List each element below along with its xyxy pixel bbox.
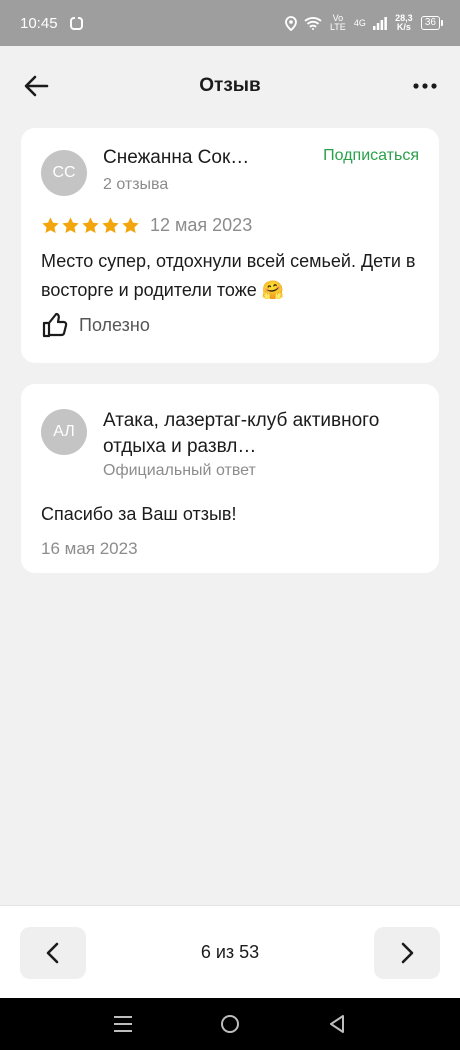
review-text: Место супер, отдохнули всей семьей. Дети…: [41, 251, 416, 300]
star-icon: [82, 217, 99, 234]
triangle-back-icon: [329, 1015, 344, 1033]
review-author-name[interactable]: Снежанна Сок…: [103, 147, 249, 169]
arrow-left-icon: [24, 75, 49, 97]
review-author-count: 2 отзыва: [103, 176, 169, 193]
home-circle-icon: [220, 1015, 239, 1033]
chevron-right-icon: [401, 942, 414, 964]
reply-text: Спасибо за Ваш отзыв!: [41, 504, 237, 524]
rating-row: 12 мая 2023: [41, 215, 252, 236]
thumbs-up-icon: [42, 312, 68, 338]
notification-icon: [69, 16, 83, 30]
business-avatar[interactable]: АЛ: [41, 409, 87, 455]
reply-date: 16 мая 2023: [41, 539, 138, 558]
business-name[interactable]: Атака, лазертаг-клуб активного отдыха и …: [103, 408, 413, 460]
official-reply-label: Официальный ответ: [103, 462, 256, 479]
avatar-initials: СС: [52, 164, 76, 181]
status-bar: 10:45 Vo LTE 4G 28,3 K/s 36: [0, 0, 460, 46]
more-button[interactable]: [412, 76, 438, 96]
star-icon: [62, 217, 79, 234]
signal-icon: [372, 16, 387, 30]
review-card: СС Снежанна Сок… 2 отзыва Подписаться 12…: [21, 128, 439, 363]
star-icon: [102, 217, 119, 234]
subscribe-button[interactable]: Подписаться: [323, 147, 419, 165]
rating-stars: [41, 216, 141, 235]
next-review-button[interactable]: [374, 927, 440, 979]
star-icon: [42, 217, 59, 234]
menu-nav-button[interactable]: [103, 1004, 143, 1044]
back-nav-button[interactable]: [317, 1004, 357, 1044]
home-nav-button[interactable]: [210, 1004, 250, 1044]
location-icon: [284, 15, 297, 31]
app-bar: Отзыв: [0, 46, 460, 126]
menu-icon: [114, 1016, 133, 1032]
avatar[interactable]: СС: [41, 150, 87, 196]
useful-label: Полезно: [79, 314, 150, 335]
network-speed: 28,3 K/s: [395, 13, 413, 32]
page-title: Отзыв: [199, 75, 261, 96]
network-type: 4G: [353, 18, 366, 28]
system-navigation-bar: [0, 998, 460, 1050]
status-time: 10:45: [20, 14, 58, 32]
useful-button[interactable]: Полезно: [41, 311, 150, 339]
star-icon: [122, 217, 139, 234]
wifi-icon: [304, 17, 322, 30]
avatar-initials: АЛ: [53, 423, 75, 440]
more-horizontal-icon: [413, 83, 437, 89]
back-button[interactable]: [22, 74, 50, 98]
pager-bar: 6 из 53: [0, 905, 460, 998]
reply-card: АЛ Атака, лазертаг-клуб активного отдыха…: [21, 384, 439, 573]
battery-level: 36: [424, 17, 436, 28]
volte-indicator: Vo LTE: [329, 13, 346, 32]
battery-icon: 36: [420, 16, 444, 30]
review-date: 12 мая 2023: [150, 215, 253, 235]
